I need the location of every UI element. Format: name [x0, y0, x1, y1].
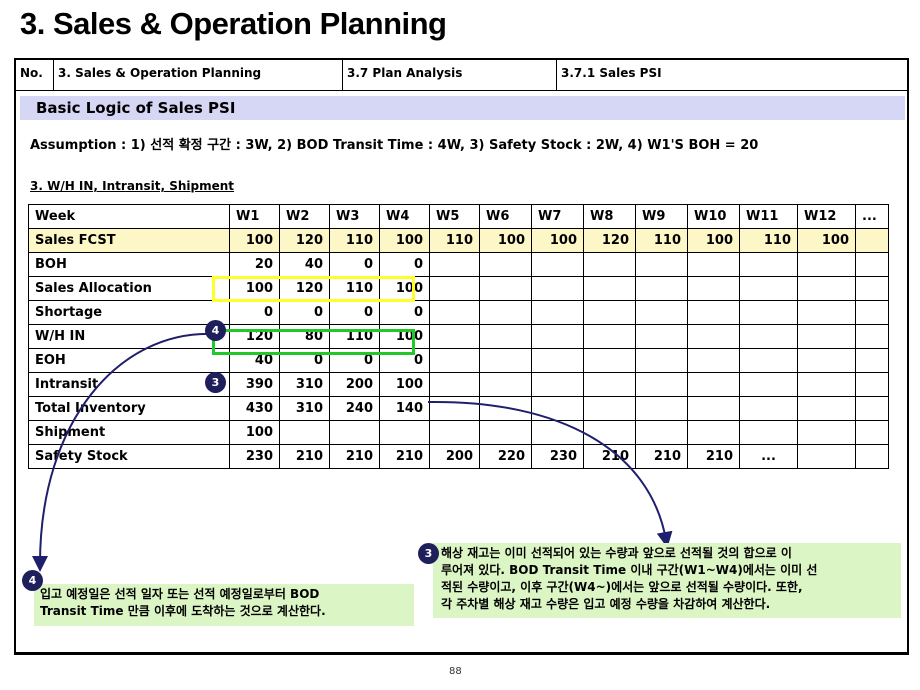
arrow-wh-in-to-note — [32, 332, 215, 572]
badge-3: 3 — [205, 372, 226, 393]
note-intransit: 해상 재고는 이미 선적되어 있는 수량과 앞으로 선적될 것의 합으로 이 루… — [433, 543, 901, 618]
note-intransit-line4: 각 주차별 해상 재고 수량은 입고 예정 수량을 차감하여 계산한다. — [441, 597, 771, 611]
note-intransit-badge: 3 — [418, 543, 439, 564]
note-wh-in: 입고 예정일은 선적 일자 또는 선적 예정일로부터 BOD Transit T… — [34, 584, 414, 626]
note-intransit-line1: 해상 재고는 이미 선적되어 있는 수량과 앞으로 선적될 것의 합으로 이 — [441, 546, 792, 560]
note-intransit-line2: 루어져 있다. BOD Transit Time 이내 구간(W1~W4)에서는… — [441, 563, 818, 577]
badge-4: 4 — [205, 320, 226, 341]
note-wh-in-line2: Transit Time 만큼 이후에 도착하는 것으로 계산한다. — [40, 604, 326, 618]
page-number: 88 — [449, 666, 462, 677]
note-wh-in-badge: 4 — [22, 570, 43, 591]
note-intransit-line3: 적된 수량이고, 이후 구간(W4~)에서는 앞으로 선적될 수량이다. 또한, — [441, 580, 803, 594]
note-wh-in-line1: 입고 예정일은 선적 일자 또는 선적 예정일로부터 BOD — [40, 587, 320, 601]
arrow-intransit-to-note — [427, 400, 673, 548]
